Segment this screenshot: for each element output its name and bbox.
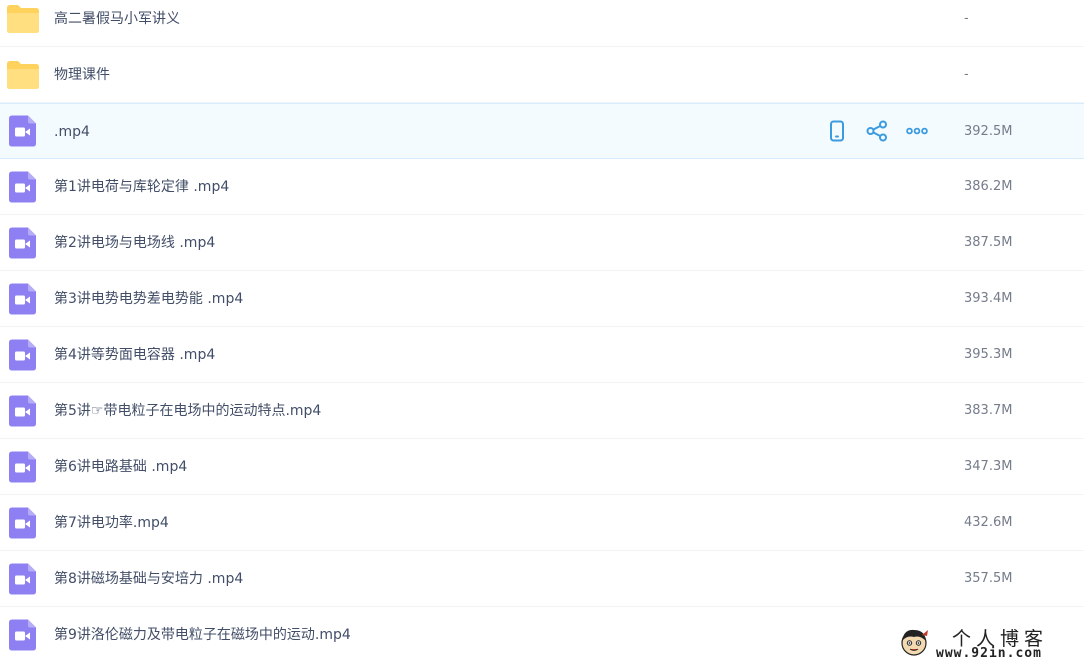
file-name[interactable]: 第6讲电路基础 .mp4 bbox=[54, 439, 187, 495]
file-row[interactable]: 第1讲电荷与库轮定律 .mp4 386.2M bbox=[0, 159, 1084, 215]
file-row[interactable]: 物理课件 - bbox=[0, 47, 1084, 103]
video-file-icon bbox=[9, 451, 36, 482]
phone-button[interactable] bbox=[825, 119, 849, 143]
file-size: 432.6M bbox=[964, 515, 1013, 530]
file-row[interactable]: 第5讲☞带电粒子在电场中的运动特点.mp4 383.7M bbox=[0, 383, 1084, 439]
file-size: 392.5M bbox=[964, 124, 1013, 139]
file-list: 高二暑假马小军讲义 - 物理课件 - .mp4 392.5M 第1讲电荷与库轮定律 .… bbox=[0, 0, 1084, 662]
file-size: 347.3M bbox=[964, 459, 1013, 474]
file-row[interactable]: .mp4 392.5M bbox=[0, 103, 1084, 159]
video-file-icon bbox=[9, 563, 36, 594]
file-row[interactable]: 第4讲等势面电容器 .mp4 395.3M bbox=[0, 327, 1084, 383]
watermark-url: www.92in.com bbox=[936, 646, 1042, 661]
phone-icon bbox=[825, 119, 849, 143]
file-name[interactable]: 第9讲洛伦磁力及带电粒子在磁场中的运动.mp4 bbox=[54, 607, 351, 662]
file-row[interactable]: 第3讲电势电势差电势能 .mp4 393.4M bbox=[0, 271, 1084, 327]
video-file-icon bbox=[9, 395, 36, 426]
file-size: 383.7M bbox=[964, 403, 1013, 418]
file-row[interactable]: 第2讲电场与电场线 .mp4 387.5M bbox=[0, 215, 1084, 271]
file-name[interactable]: 第1讲电荷与库轮定律 .mp4 bbox=[54, 159, 229, 215]
file-row[interactable]: 第8讲磁场基础与安培力 .mp4 357.5M bbox=[0, 551, 1084, 607]
file-name[interactable]: 第2讲电场与电场线 .mp4 bbox=[54, 215, 215, 271]
share-icon bbox=[865, 119, 889, 143]
file-name[interactable]: 第3讲电势电势差电势能 .mp4 bbox=[54, 271, 243, 327]
video-file-icon bbox=[9, 115, 36, 147]
folder-icon bbox=[7, 4, 39, 33]
file-row[interactable]: 第7讲电功率.mp4 432.6M bbox=[0, 495, 1084, 551]
file-size: 387.5M bbox=[964, 235, 1013, 250]
file-size: 395.3M bbox=[964, 347, 1013, 362]
video-file-icon bbox=[9, 171, 36, 202]
video-file-icon bbox=[9, 619, 36, 650]
file-size: 386.2M bbox=[964, 179, 1013, 194]
video-file-icon bbox=[9, 283, 36, 314]
file-name[interactable]: 第4讲等势面电容器 .mp4 bbox=[54, 327, 215, 383]
file-name[interactable]: 第8讲磁场基础与安培力 .mp4 bbox=[54, 551, 243, 607]
mascot-icon bbox=[901, 629, 928, 656]
share-button[interactable] bbox=[865, 119, 889, 143]
video-file-icon bbox=[9, 507, 36, 538]
file-size: - bbox=[964, 11, 969, 26]
video-file-icon bbox=[9, 339, 36, 370]
file-row[interactable]: 高二暑假马小军讲义 - bbox=[0, 0, 1084, 47]
file-name[interactable]: 第5讲☞带电粒子在电场中的运动特点.mp4 bbox=[54, 383, 321, 439]
file-name[interactable]: .mp4 bbox=[54, 104, 90, 160]
folder-icon bbox=[7, 60, 39, 89]
watermark: 个人博客 www.92in.com bbox=[894, 624, 1084, 662]
file-name[interactable]: 物理课件 bbox=[54, 47, 110, 103]
file-name[interactable]: 第7讲电功率.mp4 bbox=[54, 495, 169, 551]
video-file-icon bbox=[9, 227, 36, 258]
file-size: 393.4M bbox=[964, 291, 1013, 306]
file-size: - bbox=[964, 67, 969, 82]
file-name[interactable]: 高二暑假马小军讲义 bbox=[54, 0, 180, 47]
file-row[interactable]: 第6讲电路基础 .mp4 347.3M bbox=[0, 439, 1084, 495]
file-size: 357.5M bbox=[964, 571, 1013, 586]
more-button[interactable] bbox=[905, 119, 929, 143]
more-icon bbox=[905, 119, 929, 143]
